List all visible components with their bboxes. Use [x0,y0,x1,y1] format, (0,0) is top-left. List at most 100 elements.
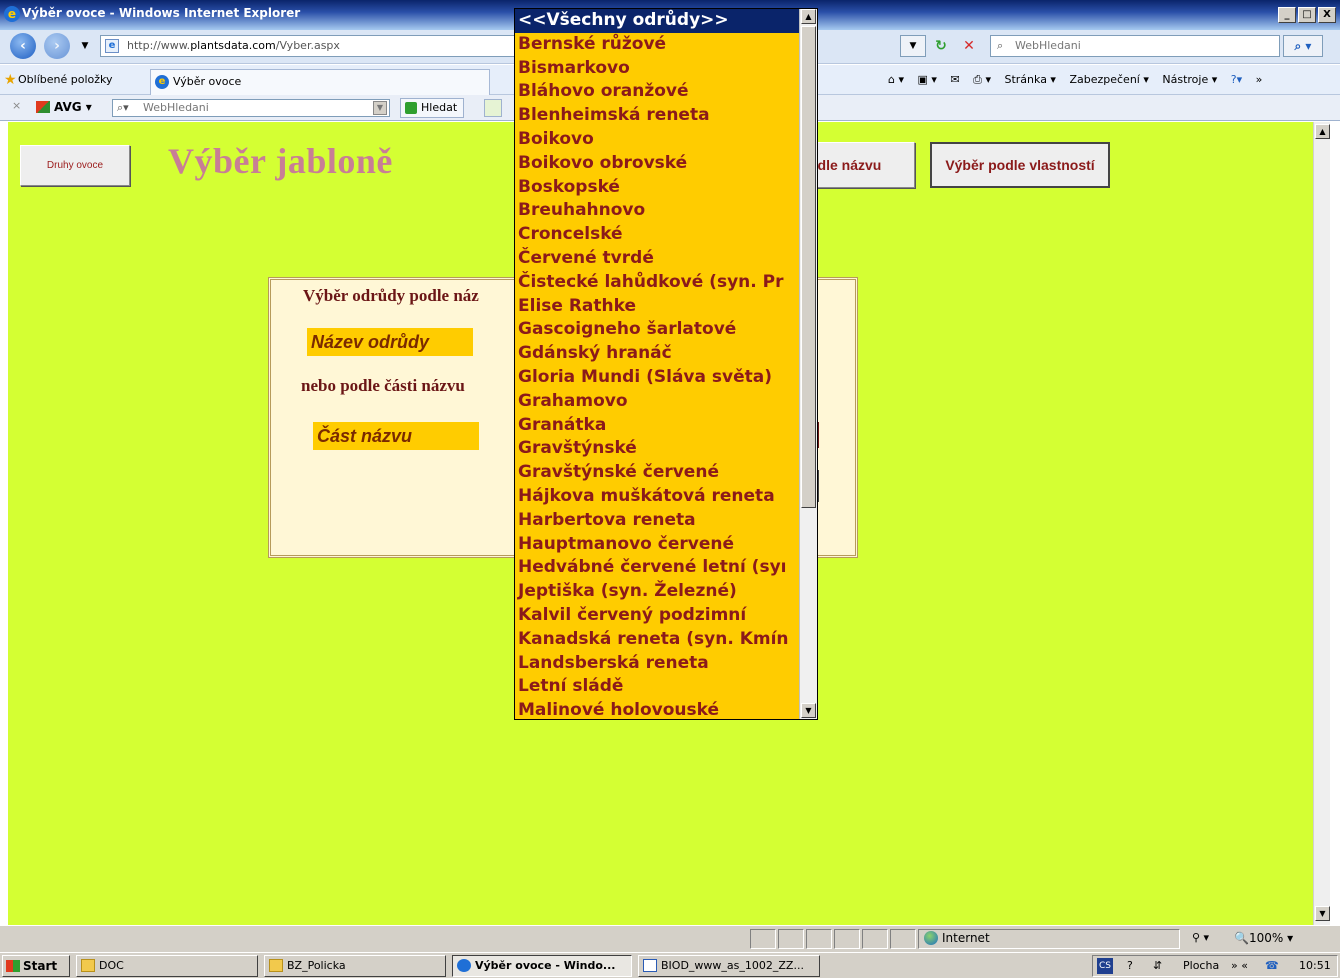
dropdown-option[interactable]: Hedvábné červené letní (syı [515,556,799,580]
dropdown-option[interactable]: Malinové holovouské [515,699,799,719]
status-cell [890,929,916,949]
task-biod-document[interactable]: BIOD_www_as_1002_ZZ... [638,955,820,977]
dropdown-scroll-up-icon[interactable]: ▲ [801,9,816,24]
maximize-button[interactable]: □ [1298,7,1316,23]
favorites-label[interactable]: Oblíbené položky [18,73,113,86]
dropdown-option[interactable]: Boskopské [515,176,799,200]
close-toolbar-icon[interactable]: × [12,99,21,112]
fruit-types-button[interactable]: Druhy ovoce [20,145,130,186]
dropdown-option[interactable]: Gascoigneho šarlatové [515,318,799,342]
select-by-properties-button[interactable]: Výběr podle vlastností [930,142,1110,188]
status-cell [750,929,776,949]
mail-icon[interactable]: ✉ [950,73,959,86]
security-menu[interactable]: Zabezpečení ▾ [1069,73,1148,86]
internet-explorer-icon: e [4,6,20,22]
tools-menu[interactable]: Nástroje ▾ [1162,73,1217,86]
dropdown-option[interactable]: Gloria Mundi (Sláva světa) [515,366,799,390]
dropdown-option[interactable]: Landsberská reneta [515,652,799,676]
dropdown-option[interactable]: Harbertova reneta [515,509,799,533]
dropdown-option[interactable]: Hauptmanovo červené [515,533,799,557]
dropdown-option[interactable]: Grahamovo [515,390,799,414]
dropdown-option[interactable]: Elise Rathke [515,295,799,319]
toolbar-chevron-icon[interactable]: » « [1231,956,1248,976]
dropdown-option[interactable]: Bláhovo oranžové [515,80,799,104]
dropdown-option[interactable]: Kalvil červený podzimní [515,604,799,628]
avg-extra-icon[interactable] [484,99,502,117]
avg-search-button[interactable]: Hledat [400,98,465,118]
refresh-icon[interactable]: ↻ [930,35,952,57]
task-vyber-ovoce[interactable]: Výběr ovoce - Windo... [452,955,632,977]
tab-vyber-ovoce[interactable]: e Výběr ovoce [150,69,490,95]
toolbar-overflow-icon[interactable]: » [1256,73,1263,86]
desktop-toolbar-icon[interactable]: ⇵ [1153,956,1162,976]
home-icon[interactable]: ⌂ ▾ [888,73,904,86]
task-bz-policka-label: BZ_Policka [287,959,346,972]
minimize-button[interactable]: _ [1278,7,1296,23]
dropdown-option[interactable]: Čistecké lahůdkové (syn. Pr [515,271,799,295]
dropdown-option[interactable]: Granátka [515,414,799,438]
favorites-star-icon[interactable]: ★ [4,72,17,88]
word-document-icon [643,959,657,972]
task-bz-policka[interactable]: BZ_Policka [264,955,446,977]
close-button[interactable]: X [1318,7,1336,23]
dropdown-option[interactable]: Boikovo obrovské [515,152,799,176]
search-button[interactable]: ⌕ ▾ [1283,35,1323,57]
web-search-input[interactable]: ⌕ WebHledani [990,35,1280,57]
language-icon[interactable]: CS [1097,958,1113,974]
panel-title: Výběr odrůdy podle náz [303,286,479,305]
start-label: Start [23,959,58,973]
zoom-value: 100% [1248,931,1284,945]
dropdown-option[interactable]: Červené tvrdé [515,247,799,271]
dropdown-scroll-down-icon[interactable]: ▼ [801,703,816,718]
task-doc[interactable]: DOC [76,955,258,977]
dropdown-option[interactable]: Letní sládě [515,675,799,699]
tab-page-icon: e [155,75,169,89]
dropdown-option[interactable]: Hájkova muškátová reneta [515,485,799,509]
back-icon[interactable]: ‹ [10,33,36,59]
network-icon[interactable]: ☎ [1265,956,1279,976]
history-dropdown-icon[interactable]: ▼ [74,35,96,57]
folder-icon [81,959,95,972]
dropdown-option-selected[interactable]: <<Všechny odrůdy>> [515,9,799,33]
avg-logo[interactable]: AVG ▾ [36,100,92,114]
url-host: plantsdata.com [190,39,276,52]
dropdown-option[interactable]: Gravštýnské [515,437,799,461]
protected-mode-icon[interactable]: ⚲ ▾ [1192,931,1209,944]
status-cell [834,929,860,949]
dropdown-option[interactable]: Bernské růžové [515,33,799,57]
variety-dropdown-list[interactable]: <<Všechny odrůdy>> Bernské růžové Bismark… [514,8,818,720]
dropdown-option[interactable]: Jeptiška (syn. Železné) [515,580,799,604]
zoom-level[interactable]: 🔍100% ▾ [1234,931,1293,945]
print-icon[interactable]: ⎙ ▾ [973,73,991,86]
dropdown-option[interactable]: Croncelské [515,223,799,247]
address-dropdown-icon[interactable]: ▼ [900,35,926,57]
forward-icon[interactable]: › [44,33,70,59]
help-icon[interactable]: ?▾ [1231,73,1242,86]
feeds-icon[interactable]: ▣ ▾ [918,73,937,86]
dropdown-scrollbar[interactable]: ▲ ▼ [799,9,817,719]
dropdown-scroll-thumb[interactable] [801,26,816,508]
scroll-up-icon[interactable]: ▲ [1315,124,1330,139]
dropdown-option[interactable]: Gravštýnské červené [515,461,799,485]
page-menu[interactable]: Stránka ▾ [1004,73,1055,86]
dropdown-option[interactable]: Blenheimská reneta [515,104,799,128]
variety-name-field[interactable]: Název odrůdy [307,328,473,356]
page-scrollbar[interactable]: ▲ ▼ [1313,122,1330,925]
name-part-field[interactable]: Část názvu [313,422,479,450]
dropdown-option[interactable]: Breuhahnovo [515,199,799,223]
dropdown-option[interactable]: Bismarkovo [515,57,799,81]
avg-search-dropdown-icon[interactable]: ▼ [373,101,387,115]
taskbar: Start DOC BZ_Policka Výběr ovoce - Windo… [0,952,1340,978]
help-icon[interactable]: ? [1127,956,1133,976]
dropdown-option[interactable]: Boikovo [515,128,799,152]
security-zone[interactable]: Internet [924,931,990,945]
folder-icon [269,959,283,972]
dropdown-option[interactable]: Kanadská reneta (syn. Kmín [515,628,799,652]
scroll-down-icon[interactable]: ▼ [1315,906,1330,921]
address-field[interactable]: e http://www.plantsdata.com/Vyber.aspx [100,35,518,57]
avg-search-input[interactable]: ⌕▾ WebHledani ▼ [112,99,390,117]
desktop-label[interactable]: Plocha [1183,956,1219,976]
stop-icon[interactable]: ✕ [958,35,980,57]
dropdown-option[interactable]: Gdánský hranáč [515,342,799,366]
start-button[interactable]: Start [2,955,70,977]
